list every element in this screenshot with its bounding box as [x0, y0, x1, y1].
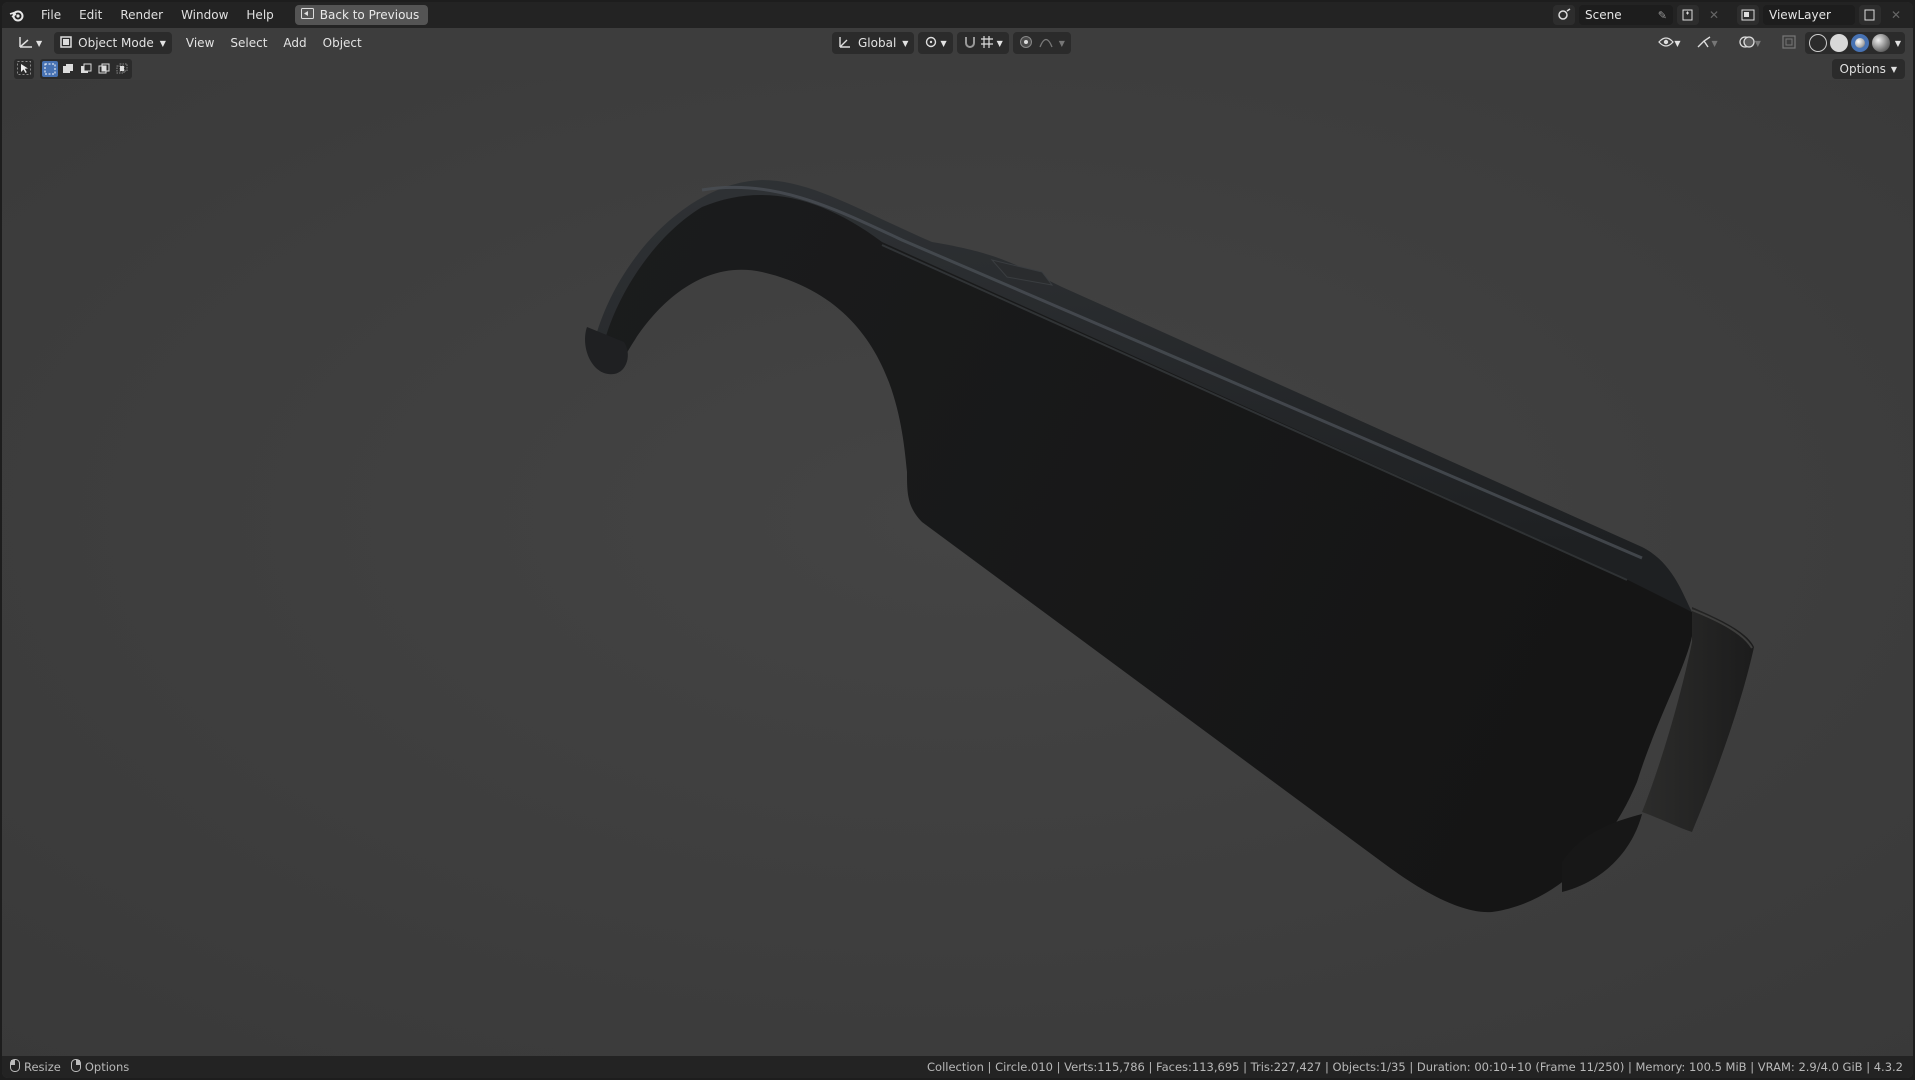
menu-window[interactable]: Window: [172, 2, 237, 28]
orientation-label: Global: [858, 36, 897, 50]
viewport-header: ▼ Object Mode ▼ View Select Add Object G…: [2, 28, 1913, 58]
overlays-icon: [1739, 35, 1755, 52]
viewport-canvas[interactable]: [2, 80, 1913, 1058]
viewport-options-button[interactable]: Options ▼: [1831, 59, 1905, 79]
gizmo-toggle[interactable]: ▼: [1690, 32, 1724, 54]
object-mode-icon: [60, 35, 72, 51]
gizmo-icon: [1696, 35, 1712, 52]
xray-icon: [1782, 34, 1796, 52]
visibility-dropdown[interactable]: ▼: [1652, 32, 1686, 54]
object-mode-label: Object Mode: [78, 36, 154, 50]
viewport-display-tools: ▼ ▼ ▼ ▼: [1652, 32, 1905, 54]
view-layer-field[interactable]: ViewLayer: [1763, 5, 1855, 25]
snap-grid-icon[interactable]: [980, 35, 994, 52]
menu-select[interactable]: Select: [222, 32, 275, 54]
options-hint: Options: [70, 1059, 130, 1075]
material-preview-shading-icon[interactable]: [1850, 34, 1869, 52]
blender-logo-icon[interactable]: [2, 2, 32, 28]
chevron-down-icon: ▼: [36, 38, 43, 48]
extend-selection-icon[interactable]: [60, 61, 76, 77]
menu-object[interactable]: Object: [315, 32, 370, 54]
delete-scene-icon[interactable]: ✕: [1703, 5, 1725, 25]
status-bar: Resize Options Collection | Circle.010 |…: [2, 1056, 1913, 1078]
menu-view[interactable]: View: [178, 32, 222, 54]
delete-view-layer-icon[interactable]: ✕: [1885, 5, 1907, 25]
view-layer-name: ViewLayer: [1769, 8, 1831, 22]
menu-edit[interactable]: Edit: [70, 2, 111, 28]
mouse-left-icon: [10, 1059, 20, 1075]
3d-viewport[interactable]: [2, 80, 1913, 1058]
chevron-down-icon: ▼: [940, 38, 947, 48]
orientation-icon: [838, 35, 852, 52]
pivot-point-dropdown[interactable]: ▼: [918, 32, 953, 54]
resize-label: Resize: [24, 1060, 61, 1074]
magnet-icon[interactable]: [963, 35, 977, 52]
chevron-down-icon: ▼: [159, 38, 166, 48]
chevron-down-icon: ▼: [1674, 38, 1681, 48]
menu-help[interactable]: Help: [237, 2, 282, 28]
pin-icon[interactable]: ✎: [1658, 9, 1667, 22]
chevron-down-icon: ▼: [902, 38, 909, 48]
top-menu-bar: File Edit Render Window Help Back to Pre…: [2, 2, 1913, 28]
xray-toggle[interactable]: [1776, 32, 1802, 54]
blender-window: File Edit Render Window Help Back to Pre…: [2, 2, 1913, 1078]
shading-mode-group[interactable]: ▼: [1804, 32, 1905, 54]
solid-shading-icon[interactable]: [1829, 34, 1848, 52]
eye-icon: [1658, 36, 1675, 51]
tool-settings-row: [14, 59, 132, 79]
selection-mode-group: [40, 59, 132, 79]
status-hints: Resize Options: [2, 1059, 129, 1075]
chevron-down-icon: ▼: [1711, 38, 1718, 48]
subtract-selection-icon[interactable]: [78, 61, 94, 77]
intersect-selection-icon[interactable]: [114, 61, 130, 77]
new-scene-icon[interactable]: [1677, 5, 1699, 25]
rendered-shading-icon[interactable]: [1871, 34, 1890, 52]
options-label: Options: [1839, 62, 1886, 76]
transform-tools: Global ▼ ▼ ▼ ▼: [832, 32, 1071, 54]
falloff-icon[interactable]: [1039, 36, 1053, 51]
object-mode-dropdown[interactable]: Object Mode ▼: [54, 32, 172, 54]
editor-type-button[interactable]: ▼: [12, 32, 48, 54]
proportional-edit-icon[interactable]: [1019, 35, 1033, 52]
screen-back-icon: [300, 8, 314, 22]
chevron-down-icon: ▼: [1754, 38, 1761, 48]
back-to-previous-button[interactable]: Back to Previous: [294, 5, 429, 25]
menu-render[interactable]: Render: [111, 2, 172, 28]
transform-orientation-dropdown[interactable]: Global ▼: [832, 32, 915, 54]
menu-add[interactable]: Add: [275, 32, 314, 54]
wireframe-shading-icon[interactable]: [1808, 34, 1827, 52]
snap-controls[interactable]: ▼: [956, 32, 1009, 54]
menu-file[interactable]: File: [32, 2, 70, 28]
mouse-right-icon: [70, 1059, 81, 1075]
chevron-down-icon[interactable]: ▼: [1895, 39, 1901, 48]
view-layer-icon[interactable]: [1737, 5, 1759, 25]
cursor-arrow-icon: [17, 60, 31, 79]
invert-selection-icon[interactable]: [96, 61, 112, 77]
chevron-down-icon: ▼: [996, 38, 1003, 48]
overlays-toggle[interactable]: ▼: [1733, 32, 1767, 54]
scene-statistics: Collection | Circle.010 | Verts:115,786 …: [927, 1060, 1903, 1074]
resize-hint: Resize: [10, 1059, 61, 1075]
proportional-editing-controls[interactable]: ▼: [1012, 32, 1071, 54]
new-view-layer-icon[interactable]: [1859, 5, 1881, 25]
options-hint-label: Options: [84, 1060, 130, 1074]
scene-name: Scene: [1585, 8, 1622, 22]
axis-icon: [18, 35, 34, 52]
chevron-down-icon: ▼: [1890, 64, 1897, 74]
scene-field[interactable]: Scene ✎: [1579, 5, 1673, 25]
set-new-selection-icon[interactable]: [42, 61, 58, 77]
select-tool-button[interactable]: [14, 59, 34, 79]
chevron-down-icon: ▼: [1058, 38, 1065, 48]
pivot-icon: [924, 35, 940, 52]
back-to-previous-label: Back to Previous: [319, 8, 420, 22]
scene-type-icon[interactable]: [1553, 5, 1575, 25]
scene-selectors: Scene ✎ ✕ ViewLayer ✕: [1553, 5, 1907, 25]
